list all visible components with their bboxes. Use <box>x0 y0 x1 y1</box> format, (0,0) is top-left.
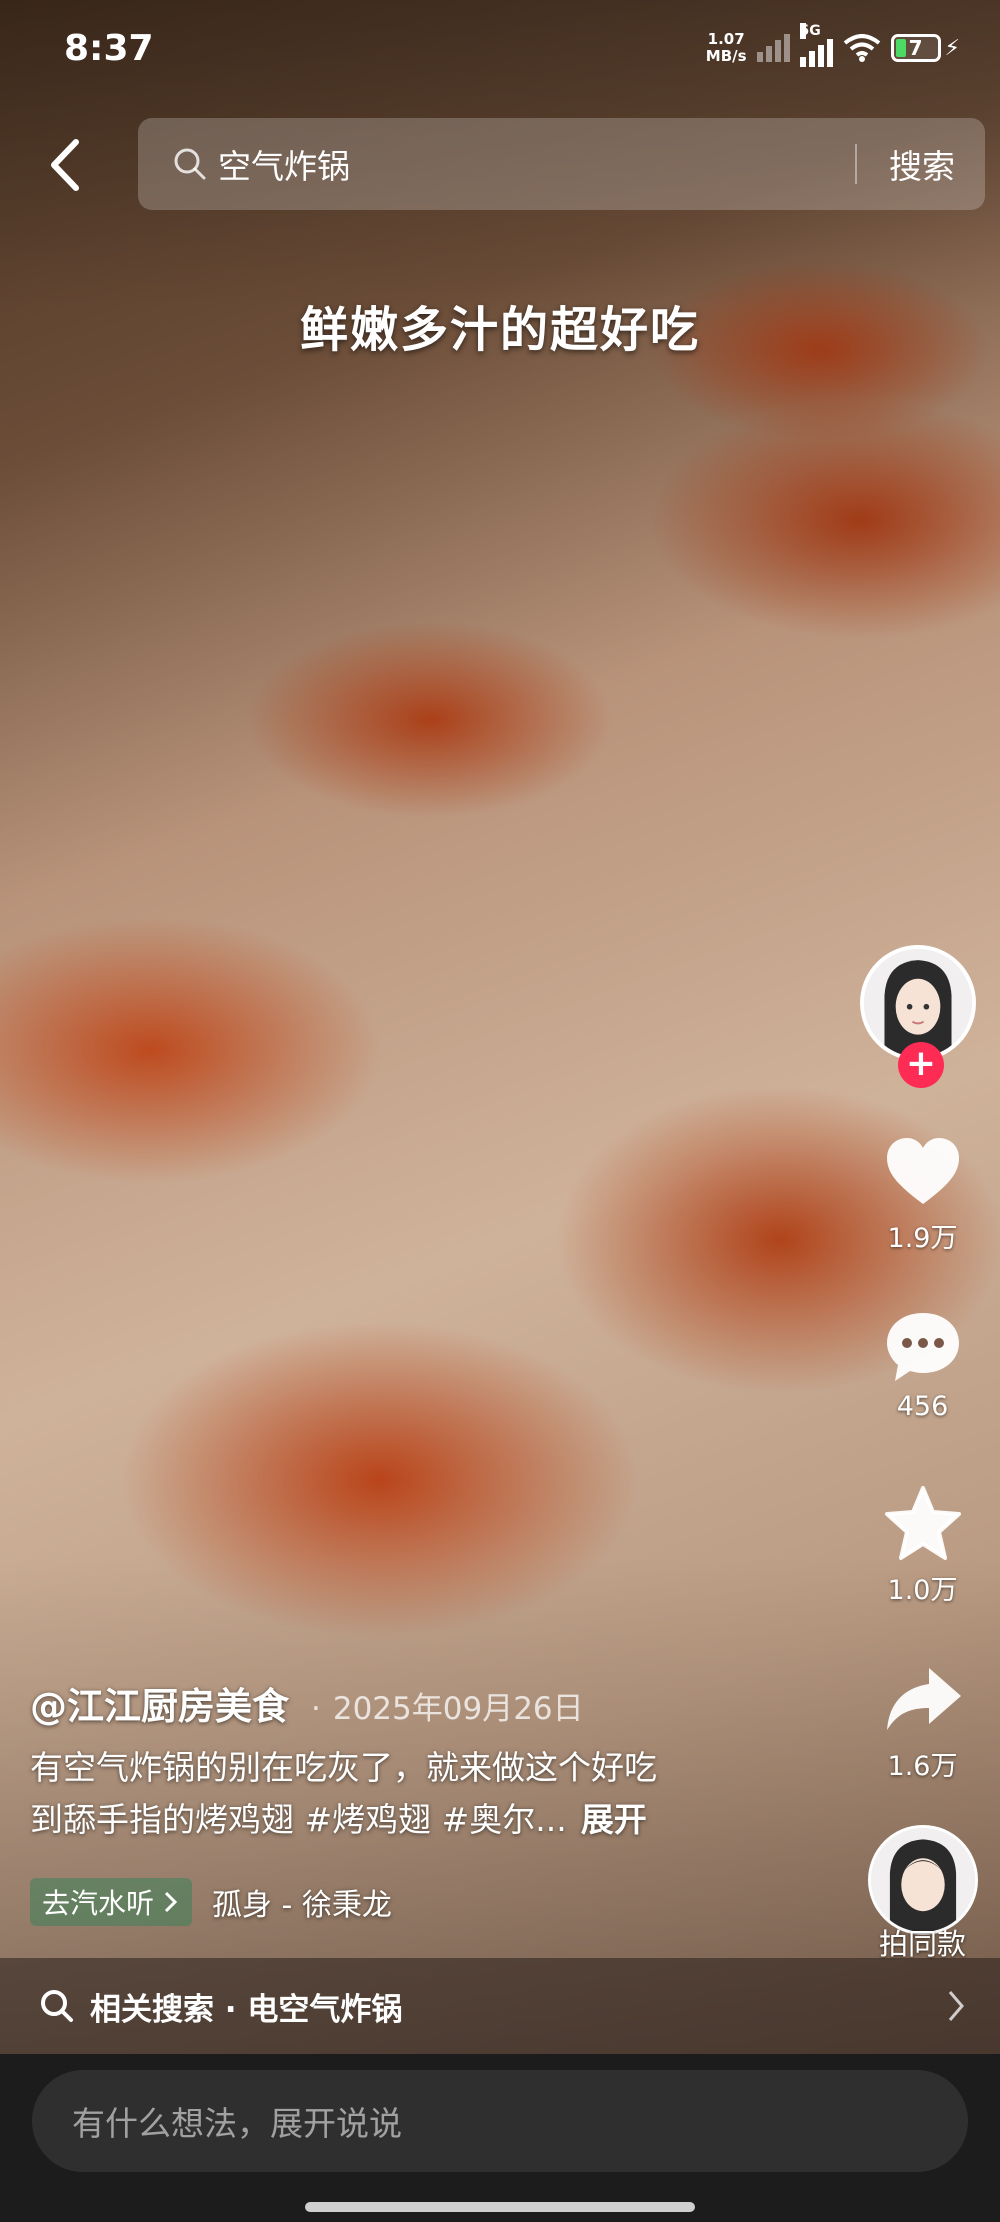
search-icon <box>174 148 206 180</box>
home-indicator[interactable] <box>305 2202 695 2212</box>
charging-icon: ⚡ <box>944 35 960 61</box>
share-icon <box>886 1668 961 1730</box>
music-row: 去汽水听 孤身 - 徐秉龙 <box>30 1878 392 1926</box>
wifi-icon <box>843 34 880 62</box>
search-input[interactable]: 空气炸锅 <box>218 140 855 188</box>
chevron-right-icon <box>164 1891 178 1913</box>
related-search-bar[interactable]: 相关搜索 · 电空气炸锅 <box>0 1958 1000 2054</box>
signal-5g-icon: 5G <box>799 23 833 67</box>
network-speed-value: 1.07 <box>707 30 745 48</box>
music-name[interactable]: 孤身 - 徐秉龙 <box>212 1880 392 1924</box>
heart-icon <box>886 1138 959 1204</box>
like-button[interactable]: 1.9万 <box>860 1130 985 1255</box>
favorite-count: 1.0万 <box>887 1575 958 1606</box>
comment-icon <box>886 1313 959 1381</box>
share-button[interactable]: 1.6万 <box>860 1658 985 1783</box>
video-caption: 鲜嫩多汁的超好吃 <box>299 302 700 358</box>
same-style-button[interactable]: 拍同款 <box>860 1825 985 1963</box>
search-icon <box>41 1990 73 2022</box>
description-line-2: 到舔手指的烤鸡翅 #烤鸡翅 #奥尔... <box>30 1800 567 1839</box>
comment-count: 456 <box>896 1391 949 1422</box>
author-avatar-group[interactable]: + <box>860 945 980 1088</box>
description-line-2-row: 到舔手指的烤鸡翅 #烤鸡翅 #奥尔... 展开 <box>30 1794 790 1846</box>
bottom-input-area: 有什么想法，展开说说 <box>0 2054 1000 2222</box>
music-tag-button[interactable]: 去汽水听 <box>30 1878 193 1926</box>
status-bar: 8:37 1.07 MB/s 5G 7 ⚡ <box>0 0 1000 100</box>
post-date: 2025年09月26日 <box>311 1683 584 1728</box>
follow-button[interactable]: + <box>898 1042 944 1088</box>
search-button[interactable]: 搜索 <box>857 140 985 188</box>
back-icon[interactable] <box>40 130 90 200</box>
post-description[interactable]: 有空气炸锅的别在吃灰了，就来做这个好吃 到舔手指的烤鸡翅 #烤鸡翅 #奥尔...… <box>30 1742 790 1846</box>
status-icons: 1.07 MB/s 5G 7 ⚡ <box>706 23 960 70</box>
star-icon <box>884 1486 961 1560</box>
favorite-button[interactable]: 1.0万 <box>860 1482 985 1607</box>
network-speed: 1.07 MB/s <box>706 31 747 65</box>
same-style-illustration <box>870 1828 975 1932</box>
share-count: 1.6万 <box>887 1751 958 1782</box>
music-tag-label: 去汽水听 <box>42 1887 155 1920</box>
status-time: 8:37 <box>64 28 154 69</box>
author-row: @江江厨房美食 2025年09月26日 <box>30 1676 584 1730</box>
battery-level: 7 <box>908 36 923 60</box>
network-type-label: 5G <box>799 23 821 39</box>
search-bar[interactable]: 空气炸锅 搜索 <box>138 118 985 210</box>
comment-button[interactable]: 456 <box>860 1305 985 1422</box>
battery-icon: 7 ⚡ <box>890 34 960 62</box>
description-line-1: 有空气炸锅的别在吃灰了，就来做这个好吃 <box>30 1748 657 1787</box>
same-style-label: 拍同款 <box>878 1927 966 1961</box>
network-speed-unit: MB/s <box>705 47 747 65</box>
expand-button[interactable]: 展开 <box>581 1800 647 1839</box>
avatar-illustration <box>864 949 972 1057</box>
signal-1-icon <box>756 34 790 62</box>
comment-input[interactable]: 有什么想法，展开说说 <box>32 2070 968 2172</box>
chevron-right-icon <box>948 1991 964 2021</box>
like-count: 1.9万 <box>887 1223 958 1254</box>
related-search-text: 相关搜索 · 电空气炸锅 <box>90 1991 403 2028</box>
same-style-avatar <box>867 1825 978 1935</box>
author-name[interactable]: @江江厨房美食 <box>30 1676 289 1730</box>
